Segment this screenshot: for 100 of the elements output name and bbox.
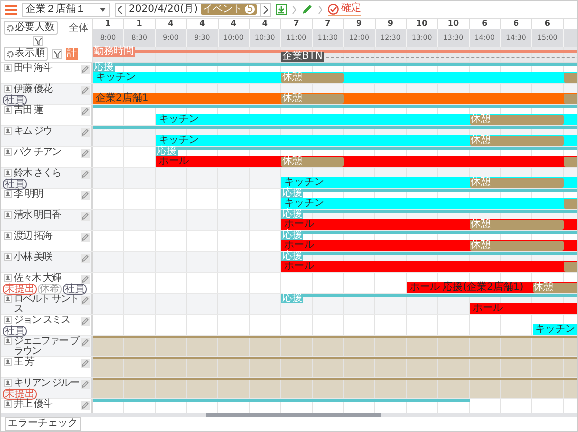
edit-button[interactable] bbox=[81, 212, 90, 221]
person-icon[interactable] bbox=[4, 295, 12, 303]
person-icon[interactable] bbox=[4, 64, 12, 72]
break-bar[interactable]: 休憩 bbox=[470, 178, 564, 188]
person-icon[interactable] bbox=[4, 211, 12, 219]
edit-button[interactable] bbox=[81, 380, 90, 389]
shift-bar[interactable]: ホール bbox=[470, 303, 577, 314]
person-icon[interactable] bbox=[4, 400, 12, 408]
pencil-icon bbox=[82, 339, 89, 346]
shift-bar[interactable]: キッチン 休憩 bbox=[156, 114, 577, 125]
break-bar[interactable]: 休憩 bbox=[281, 157, 344, 167]
shift-bar[interactable]: キッチン 休憩 bbox=[93, 72, 577, 83]
break-bar[interactable]: 休憩 bbox=[532, 283, 577, 293]
person-icon[interactable] bbox=[4, 148, 12, 156]
pencil-icon[interactable] bbox=[302, 4, 314, 15]
shift-bar[interactable]: キッチン 休憩 bbox=[281, 177, 577, 188]
person-icon[interactable] bbox=[4, 358, 12, 366]
store-dropdown[interactable]: 企業２店舗１ bbox=[22, 2, 110, 16]
pencil-icon bbox=[82, 360, 89, 367]
staff-name: 井上 優斗 bbox=[14, 400, 52, 410]
person-icon[interactable] bbox=[4, 316, 12, 324]
break-bar[interactable]: 休憩 bbox=[470, 115, 564, 125]
break-bar[interactable]: 休憩 bbox=[470, 220, 564, 230]
shift-bar[interactable]: キッチン bbox=[281, 198, 577, 209]
chevron-right-icon bbox=[292, 6, 298, 14]
person-icon[interactable] bbox=[4, 169, 12, 177]
pencil-icon bbox=[82, 150, 89, 157]
edit-button[interactable] bbox=[81, 233, 90, 242]
staff-name: 田中 海斗 bbox=[14, 64, 52, 74]
filter-button[interactable] bbox=[33, 36, 43, 46]
line-tag: 企業BTN bbox=[281, 52, 324, 62]
gear-icon bbox=[7, 50, 14, 58]
edit-button[interactable] bbox=[81, 191, 90, 200]
pencil-icon bbox=[82, 318, 89, 325]
date-field[interactable]: 2020/4/20(月) イベント 5 bbox=[126, 2, 260, 16]
support-tag: 応援 bbox=[281, 294, 304, 303]
confirm-link[interactable]: 確定 bbox=[328, 3, 362, 16]
scrollbar-thumb[interactable] bbox=[206, 413, 381, 417]
break-bar[interactable]: 休憩 bbox=[470, 241, 564, 251]
pencil-icon bbox=[82, 213, 89, 220]
edit-button[interactable] bbox=[81, 296, 90, 305]
edit-button[interactable] bbox=[81, 275, 90, 284]
shift-label: キッチン bbox=[158, 115, 199, 125]
shift-bar[interactable]: ホール 休憩 bbox=[281, 219, 577, 230]
person-icon[interactable] bbox=[4, 127, 12, 135]
edit-button[interactable] bbox=[81, 254, 90, 263]
edit-button[interactable] bbox=[81, 149, 90, 158]
filter-button[interactable] bbox=[52, 49, 62, 59]
pencil-icon bbox=[82, 87, 89, 94]
pencil-icon bbox=[82, 108, 89, 115]
person-icon[interactable] bbox=[4, 85, 12, 93]
shift-bar[interactable]: キッチン 休憩 bbox=[156, 135, 577, 146]
edit-button[interactable] bbox=[81, 86, 90, 95]
shift-bar[interactable]: ホール 休憩 bbox=[156, 156, 577, 167]
edit-button[interactable] bbox=[81, 65, 90, 74]
edit-button[interactable] bbox=[81, 401, 90, 410]
break-bar[interactable]: 休憩 bbox=[281, 94, 344, 104]
staff-name: ロベルト サントス bbox=[14, 295, 80, 315]
download-icon[interactable] bbox=[276, 4, 288, 15]
person-icon[interactable] bbox=[4, 379, 12, 387]
shift-bar[interactable]: ホール 休憩 bbox=[281, 240, 577, 251]
edit-button[interactable] bbox=[81, 317, 90, 326]
person-icon[interactable] bbox=[4, 106, 12, 114]
support-tag: 応援 bbox=[281, 231, 304, 240]
next-button[interactable] bbox=[260, 2, 272, 16]
shift-bar[interactable]: ホール 応援(企業2店舗1) 休憩 bbox=[407, 282, 577, 293]
staff-name: ジョン スミス bbox=[14, 316, 70, 326]
scrollbar[interactable] bbox=[1, 413, 577, 417]
shift-bar[interactable]: 企業2店舗1 休憩 bbox=[93, 93, 577, 104]
edit-button[interactable] bbox=[81, 128, 90, 137]
check-circle-icon bbox=[328, 4, 340, 14]
chevron-right-icon bbox=[263, 6, 268, 14]
break-bar[interactable]: 休憩 bbox=[470, 136, 564, 146]
break-bar[interactable]: 休憩 bbox=[281, 73, 344, 83]
error-check-button[interactable]: エラーチェック bbox=[5, 417, 81, 431]
pencil-icon bbox=[82, 255, 89, 262]
staff-name: キリアン ジルー bbox=[14, 379, 80, 389]
person-icon[interactable] bbox=[4, 232, 12, 240]
shift-bar[interactable]: キッチン bbox=[532, 324, 577, 335]
display-order-button[interactable]: 表示順 bbox=[4, 47, 48, 61]
edit-button[interactable] bbox=[81, 359, 90, 368]
pencil-icon bbox=[82, 234, 89, 241]
person-icon[interactable] bbox=[4, 274, 12, 282]
edit-button[interactable] bbox=[81, 107, 90, 116]
sum-button[interactable]: 計 bbox=[66, 48, 78, 60]
pencil-icon bbox=[82, 276, 89, 283]
person-icon[interactable] bbox=[4, 337, 12, 345]
shift-label: ホール bbox=[158, 157, 189, 167]
shift-bar[interactable]: ホール bbox=[281, 261, 577, 272]
person-icon[interactable] bbox=[4, 190, 12, 198]
staff-name: 小林 美咲 bbox=[14, 253, 52, 263]
previous-button[interactable] bbox=[115, 2, 126, 16]
edit-button[interactable] bbox=[81, 170, 90, 179]
staff-name: ジェニファー ブラウン bbox=[14, 337, 80, 357]
event-badge[interactable]: イベント 5 bbox=[201, 4, 258, 15]
person-icon[interactable] bbox=[4, 253, 12, 261]
edit-button[interactable] bbox=[81, 338, 90, 347]
staff-name: パク チアン bbox=[14, 148, 62, 158]
required-staff-button[interactable]: 必要人数 bbox=[4, 21, 58, 35]
menu-icon[interactable] bbox=[5, 4, 17, 14]
